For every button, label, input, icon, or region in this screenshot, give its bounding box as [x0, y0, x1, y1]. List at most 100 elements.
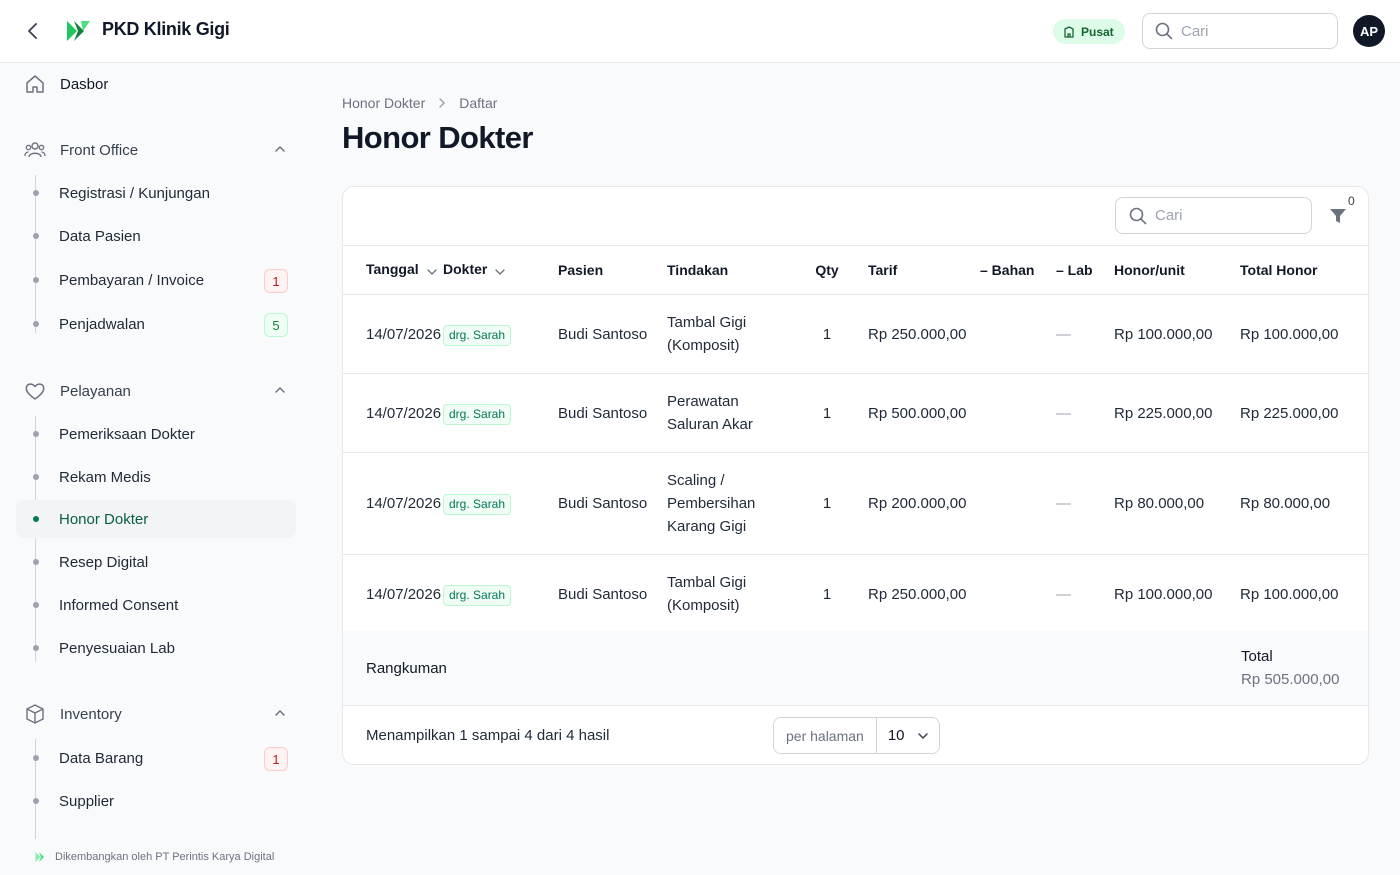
cell-pasien: Budi Santoso	[558, 294, 667, 374]
cell-tanggal: 14/07/2026	[343, 294, 443, 374]
sidebar-item-label: Data Barang	[59, 749, 144, 767]
cell-qty: 1	[804, 373, 850, 453]
chevron-down-icon	[917, 732, 928, 739]
table-row[interactable]: 14/07/2026 drg. Sarah Budi Santoso Tamba…	[343, 294, 1368, 374]
summary-row: Rangkuman Total Rp 505.000,00	[343, 631, 1368, 706]
sidebar-item-label: Dasbor	[60, 75, 109, 93]
sidebar-item-data-barang[interactable]: Data Barang 1	[16, 739, 296, 777]
sidebar-item-label: Data Pasien	[59, 227, 141, 245]
user-avatar[interactable]: AP	[1353, 15, 1385, 47]
sidebar-item-label: Registrasi / Kunjungan	[59, 184, 210, 202]
sidebar: Dasbor Front Office Registrasi / Kunjung…	[0, 63, 312, 875]
back-icon[interactable]	[20, 18, 46, 44]
column-header-tanggal[interactable]: Tanggal	[343, 245, 443, 295]
search-icon	[1129, 207, 1147, 224]
global-search[interactable]	[1142, 13, 1338, 49]
count-badge: 5	[264, 313, 288, 337]
bullet-dot	[33, 755, 39, 761]
per-page-control: per halaman 10	[773, 717, 940, 754]
table-row[interactable]: 14/07/2026 drg. Sarah Budi Santoso Peraw…	[343, 373, 1368, 453]
column-header-lab: – Lab	[1056, 245, 1114, 295]
chevron-up-icon[interactable]	[274, 142, 286, 160]
summary-label: Rangkuman	[366, 660, 447, 677]
cell-bahan	[980, 294, 1056, 374]
cell-total-honor: Rp 100.000,00	[1240, 294, 1368, 374]
chevron-down-icon	[426, 263, 437, 279]
bullet-dot	[33, 277, 39, 283]
bullet-dot	[33, 321, 39, 327]
branch-badge[interactable]: Pusat	[1053, 19, 1125, 44]
sidebar-item-honor-dokter[interactable]: Honor Dokter	[16, 500, 296, 538]
count-badge: 1	[264, 747, 288, 771]
sidebar-item-supplier[interactable]: Supplier	[16, 782, 296, 820]
sidebar-item-label: Pembayaran / Invoice	[59, 271, 205, 289]
global-search-input[interactable]	[1181, 22, 1311, 40]
table-search[interactable]	[1115, 197, 1312, 234]
cell-pasien: Budi Santoso	[558, 373, 667, 453]
total-label: Total	[1241, 648, 1273, 665]
page-title: Honor Dokter	[342, 120, 533, 155]
doctor-tag: drg. Sarah	[443, 584, 512, 606]
bullet-dot	[33, 516, 39, 522]
footer-credit: Dikembangkan oleh PT Perintis Karya Digi…	[34, 850, 274, 864]
cell-lab: —	[1056, 554, 1114, 634]
sidebar-item-informed-consent[interactable]: Informed Consent	[16, 586, 296, 624]
column-header-tarif: Tarif	[850, 245, 980, 295]
doctor-tag: drg. Sarah	[443, 494, 512, 515]
sidebar-item-label: Penjadwalan	[59, 315, 145, 333]
breadcrumb-item: Daftar	[459, 95, 498, 111]
bullet-dot	[33, 190, 39, 196]
sidebar-item-label: Rekam Medis	[59, 468, 151, 486]
count-badge: 1	[264, 269, 288, 293]
sidebar-item-rekam-medis[interactable]: Rekam Medis	[16, 458, 296, 496]
sidebar-item-pemeriksaan-dokter[interactable]: Pemeriksaan Dokter	[16, 415, 296, 453]
per-page-value: 10	[887, 727, 905, 744]
sidebar-group-label: Pelayanan	[60, 382, 131, 400]
sidebar-item-pembayaran[interactable]: Pembayaran / Invoice 1	[16, 261, 296, 299]
cell-dokter: drg. Sarah	[443, 294, 558, 374]
box-icon	[24, 703, 46, 725]
chevron-up-icon[interactable]	[274, 383, 286, 401]
table-header-row: Tanggal Dokter Pasien Tindakan Qty Tarif…	[343, 245, 1368, 295]
sidebar-item-data-pasien[interactable]: Data Pasien	[16, 217, 296, 255]
table-row[interactable]: 14/07/2026 drg. Sarah Budi Santoso Scali…	[343, 452, 1368, 555]
sidebar-group-inventory[interactable]: Inventory	[24, 703, 290, 725]
pagination-info: Menampilkan 1 sampai 4 dari 4 hasil	[366, 727, 610, 744]
cell-tarif: Rp 250.000,00	[850, 294, 980, 374]
sidebar-group-front-office[interactable]: Front Office	[24, 139, 290, 161]
per-page-label: per halaman	[774, 718, 877, 753]
cell-tindakan: Tambal Gigi (Komposit)	[667, 294, 804, 374]
sidebar-item-penyesuaian-lab[interactable]: Penyesuaian Lab	[16, 629, 296, 667]
column-header-bahan: – Bahan	[980, 245, 1056, 295]
cell-total-honor: Rp 80.000,00	[1240, 452, 1368, 555]
table-row[interactable]: 14/07/2026 drg. Sarah Budi Santoso Tamba…	[343, 554, 1368, 634]
cell-bahan	[980, 373, 1056, 453]
sidebar-item-registrasi[interactable]: Registrasi / Kunjungan	[16, 174, 296, 212]
app-logo-icon	[64, 17, 92, 45]
cell-lab: —	[1056, 452, 1114, 555]
breadcrumb-item[interactable]: Honor Dokter	[342, 95, 425, 111]
cell-honor-unit: Rp 225.000,00	[1114, 373, 1240, 453]
home-icon	[24, 73, 46, 95]
cell-lab: —	[1056, 294, 1114, 374]
sidebar-item-label: Pemeriksaan Dokter	[59, 425, 195, 443]
cell-pasien: Budi Santoso	[558, 452, 667, 555]
per-page-select[interactable]: 10	[876, 718, 939, 753]
chevron-up-icon[interactable]	[274, 706, 286, 724]
sidebar-item-resep-digital[interactable]: Resep Digital	[16, 543, 296, 581]
table-search-input[interactable]	[1155, 207, 1285, 224]
sidebar-item-label: Resep Digital	[59, 553, 149, 571]
doctor-tag: drg. Sarah	[443, 324, 512, 346]
sidebar-item-penjadwalan[interactable]: Penjadwalan 5	[16, 305, 296, 343]
cell-tindakan: Perawatan Saluran Akar	[667, 373, 804, 453]
bullet-dot	[33, 233, 39, 239]
filter-count: 0	[1348, 194, 1355, 208]
cell-tarif: Rp 250.000,00	[850, 554, 980, 634]
sidebar-group-pelayanan[interactable]: Pelayanan	[24, 380, 290, 402]
cell-qty: 1	[804, 554, 850, 634]
sidebar-group-label: Front Office	[60, 141, 139, 159]
cell-honor-unit: Rp 100.000,00	[1114, 294, 1240, 374]
column-header-dokter[interactable]: Dokter	[443, 245, 558, 295]
sidebar-item-dashboard[interactable]: Dasbor	[24, 73, 290, 95]
cell-tarif: Rp 200.000,00	[850, 452, 980, 555]
